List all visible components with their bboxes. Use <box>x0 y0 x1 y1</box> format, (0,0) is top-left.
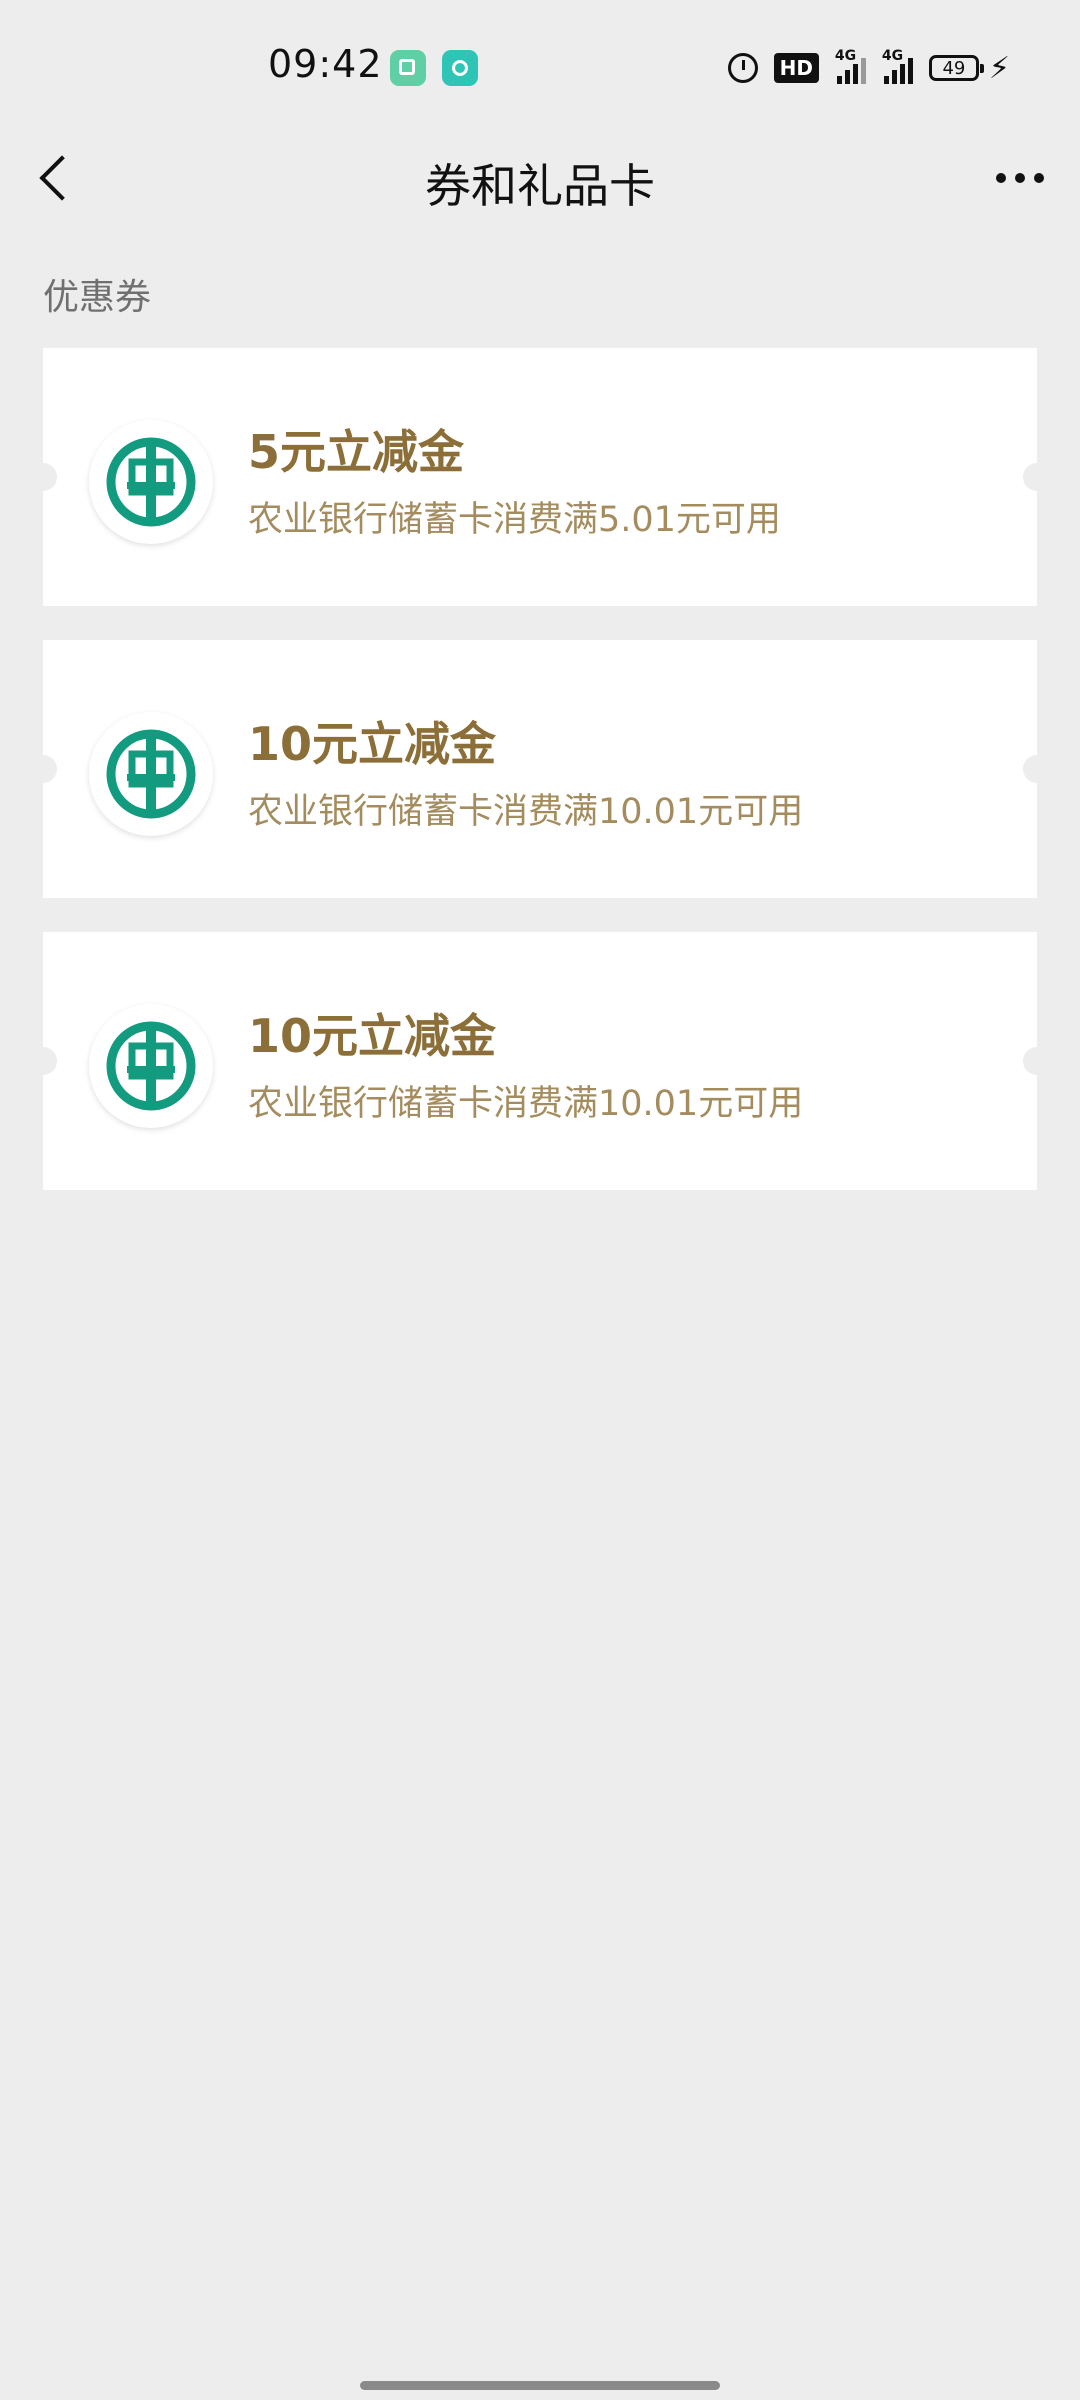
more-options-icon[interactable] <box>990 160 1050 196</box>
coupon-title: 10元立减金 <box>248 1009 497 1063</box>
notification-app-icon-2 <box>442 50 478 86</box>
bank-logo-icon <box>89 420 213 544</box>
battery-level: 49 <box>942 57 966 79</box>
signal-icon: 4G <box>835 48 866 84</box>
nav-bar: 券和礼品卡 <box>0 130 1080 226</box>
coupon-description: 农业银行储蓄卡消费满10.01元可用 <box>248 1084 804 1124</box>
home-indicator[interactable] <box>360 2381 720 2390</box>
coupon-title: 10元立减金 <box>248 717 497 771</box>
coupon-description: 农业银行储蓄卡消费满10.01元可用 <box>248 792 804 832</box>
signal-icon-2: 4G <box>882 48 913 84</box>
bank-logo-icon <box>89 712 213 836</box>
bank-logo-icon <box>89 1004 213 1128</box>
battery-icon: 49 <box>928 55 984 81</box>
status-bar: 09:42 HD 4G 4G 49 ⚡︎ <box>0 0 1080 130</box>
alarm-icon <box>727 53 758 83</box>
status-icons: HD 4G 4G 49 ⚡︎ <box>727 48 1010 88</box>
coupon-card[interactable]: 10元立减金 农业银行储蓄卡消费满10.01元可用 <box>29 640 1051 898</box>
charging-icon: ⚡︎ <box>988 50 1010 86</box>
section-label-coupons: 优惠券 <box>43 277 152 318</box>
coupon-card[interactable]: 5元立减金 农业银行储蓄卡消费满5.01元可用 <box>29 348 1051 606</box>
coupon-title: 5元立减金 <box>248 425 465 479</box>
hd-icon: HD <box>773 53 819 83</box>
status-time: 09:42 <box>268 42 383 86</box>
coupon-card[interactable]: 10元立减金 农业银行储蓄卡消费满10.01元可用 <box>29 932 1051 1190</box>
notification-app-icon <box>390 50 426 86</box>
coupon-description: 农业银行储蓄卡消费满5.01元可用 <box>248 500 781 540</box>
page-title: 券和礼品卡 <box>425 159 655 213</box>
